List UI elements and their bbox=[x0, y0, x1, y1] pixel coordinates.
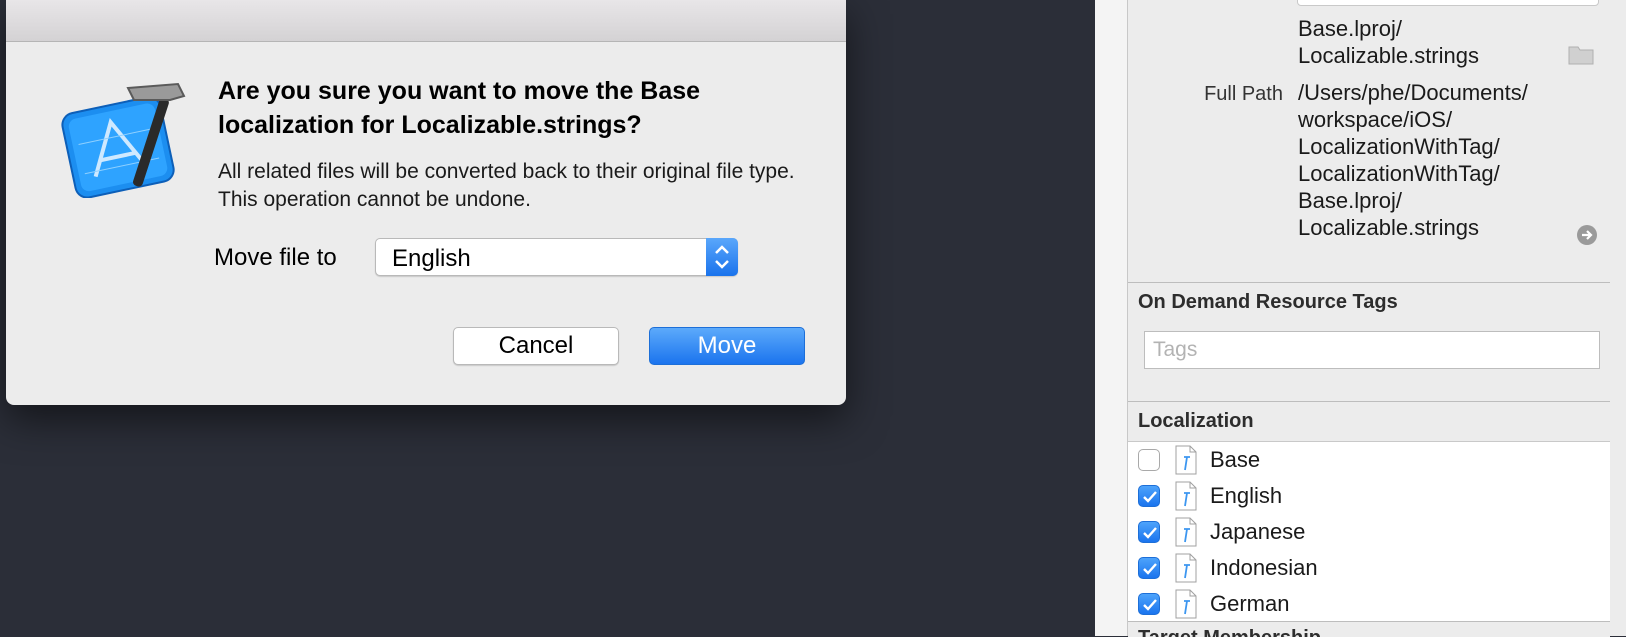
dialog-title: Are you sure you want to move the Base l… bbox=[218, 77, 701, 139]
localization-label: English bbox=[1210, 483, 1283, 508]
full-path-label: Full Path bbox=[1204, 83, 1283, 105]
popup-chevrons-icon bbox=[706, 238, 738, 276]
section-divider bbox=[1128, 401, 1610, 402]
strings-file-icon bbox=[1175, 481, 1197, 511]
full-path-line: workspace/iOS/ bbox=[1298, 107, 1453, 132]
localization-label: Base bbox=[1210, 447, 1261, 472]
file-inspector: Base.lproj/ Localizable.strings Full Pat… bbox=[1095, 0, 1626, 637]
move-file-to-label: Move file to bbox=[214, 244, 337, 271]
full-path-line: /Users/phe/Documents/ bbox=[1298, 80, 1528, 105]
full-path-line: Localizable.strings bbox=[1298, 215, 1479, 240]
localization-row-indonesian: Indonesian bbox=[1128, 550, 1610, 586]
strings-file-icon bbox=[1175, 445, 1197, 475]
folder-icon[interactable] bbox=[1568, 44, 1594, 66]
odr-tags-header: On Demand Resource Tags bbox=[1138, 291, 1398, 313]
full-path-line: LocalizationWithTag/ bbox=[1298, 161, 1500, 186]
xcode-icon bbox=[61, 82, 186, 198]
dialog-message: All related files will be converted back… bbox=[218, 160, 795, 211]
move-target-popup[interactable]: English bbox=[375, 238, 738, 276]
cancel-button[interactable]: Cancel bbox=[453, 327, 619, 365]
localization-checkbox-base[interactable] bbox=[1138, 449, 1160, 471]
localization-label: Japanese bbox=[1210, 519, 1306, 544]
move-button[interactable]: Move bbox=[649, 327, 805, 365]
location-field[interactable] bbox=[1297, 0, 1599, 6]
full-path-line: LocalizationWithTag/ bbox=[1298, 134, 1500, 159]
dialog-titlebar[interactable] bbox=[6, 0, 846, 42]
localization-row-japanese: Japanese bbox=[1128, 514, 1610, 550]
localization-label: German bbox=[1210, 591, 1290, 616]
location-line: Localizable.strings bbox=[1298, 43, 1479, 68]
localization-row-english: English bbox=[1128, 478, 1610, 514]
section-divider bbox=[1128, 282, 1610, 283]
localization-checkbox-english[interactable] bbox=[1138, 485, 1160, 507]
inspector-content: Base.lproj/ Localizable.strings Full Pat… bbox=[1128, 0, 1610, 637]
target-membership-section: Target Membership bbox=[1128, 621, 1610, 637]
move-target-value: English bbox=[392, 245, 471, 272]
reveal-in-finder-icon[interactable] bbox=[1576, 224, 1598, 246]
localization-checkbox-japanese[interactable] bbox=[1138, 521, 1160, 543]
location-line: Base.lproj/ bbox=[1298, 16, 1402, 41]
full-path-line: Base.lproj/ bbox=[1298, 188, 1402, 213]
localization-header: Localization bbox=[1138, 410, 1254, 432]
strings-file-icon bbox=[1175, 517, 1197, 547]
move-localization-dialog: Are you sure you want to move the Base l… bbox=[6, 0, 846, 405]
strings-file-icon bbox=[1175, 553, 1197, 583]
localization-label: Indonesian bbox=[1210, 555, 1318, 580]
localization-checkbox-german[interactable] bbox=[1138, 593, 1160, 615]
localization-list: Base English Japanese Indonesian German bbox=[1128, 441, 1610, 622]
tags-input[interactable] bbox=[1144, 331, 1600, 369]
localization-row-base: Base bbox=[1128, 442, 1610, 478]
strings-file-icon bbox=[1175, 589, 1197, 619]
localization-row-german: German bbox=[1128, 586, 1610, 622]
localization-checkbox-indonesian[interactable] bbox=[1138, 557, 1160, 579]
inspector-edge bbox=[1095, 0, 1128, 636]
